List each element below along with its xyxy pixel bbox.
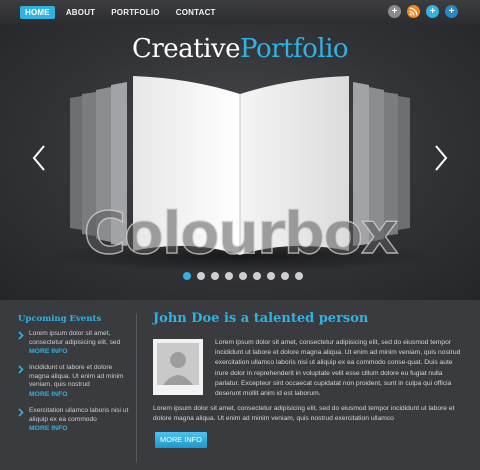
plus-icon[interactable]: + <box>426 5 439 18</box>
rss-icon[interactable] <box>407 5 420 18</box>
body-paragraph: Lorem ipsum dolor sit amet, consectetur … <box>153 405 455 423</box>
nav-about[interactable]: ABOUT <box>61 6 100 19</box>
slider-pagination <box>183 272 303 280</box>
event-item: Exercitation ullamco laboris nisi ut ali… <box>18 407 130 433</box>
social-links: + + + <box>388 5 458 18</box>
hero-title: CreativePortfolio <box>0 34 480 64</box>
avatar <box>157 343 199 385</box>
chevron-left-icon[interactable] <box>31 144 47 172</box>
profile-photo-frame <box>153 339 203 395</box>
chevron-right-icon[interactable] <box>433 144 449 172</box>
event-more-link[interactable]: MORE INFO <box>29 390 130 399</box>
book-illustration <box>50 76 430 272</box>
event-item: Incididunt ut labore et dolore magna ali… <box>18 364 130 399</box>
slider-dot[interactable] <box>211 272 219 280</box>
upcoming-events: Upcoming Events Lorem ipsum dolor sit am… <box>18 314 130 441</box>
slider-dot[interactable] <box>183 272 191 280</box>
slider-dot[interactable] <box>295 272 303 280</box>
event-more-link[interactable]: MORE INFO <box>29 424 130 433</box>
column-divider <box>136 314 137 462</box>
events-title: Upcoming Events <box>18 314 102 324</box>
slider-dot[interactable] <box>267 272 275 280</box>
content-area: Upcoming Events Lorem ipsum dolor sit am… <box>0 300 480 470</box>
event-item: Lorem ipsum dolor sit amet, consectetur … <box>18 330 130 356</box>
main-nav: HOME ABOUT PORTFOLIO CONTACT <box>20 6 221 19</box>
top-navigation-bar: HOME ABOUT PORTFOLIO CONTACT + + + <box>0 0 480 24</box>
chevron-right-icon <box>18 365 24 374</box>
person-icon <box>163 352 193 385</box>
main-heading: John Doe is a talented person <box>153 311 369 326</box>
chevron-right-icon <box>18 408 24 417</box>
event-text: Lorem ipsum dolor sit amet, consectetur … <box>29 330 121 346</box>
event-more-link[interactable]: MORE INFO <box>29 347 130 356</box>
event-text: Incididunt ut labore et dolore magna ali… <box>29 364 124 389</box>
nav-portfolio[interactable]: PORTFOLIO <box>106 6 164 19</box>
hero-title-part2: Portfolio <box>240 34 349 64</box>
chevron-right-icon <box>18 331 24 340</box>
plus-icon[interactable]: + <box>445 5 458 18</box>
intro-paragraph: Lorem ipsum dolor sit amet, consectetur … <box>215 339 461 398</box>
event-text: Exercitation ullamco laboris nisi ut ali… <box>29 406 129 423</box>
rss-glyph <box>409 7 418 16</box>
nav-home[interactable]: HOME <box>20 6 55 19</box>
slider-dot[interactable] <box>253 272 261 280</box>
plus-icon[interactable]: + <box>388 5 401 18</box>
slider-dot[interactable] <box>197 272 205 280</box>
slider-dot[interactable] <box>281 272 289 280</box>
more-info-button[interactable]: MORE INFO <box>155 432 207 448</box>
slider-dot[interactable] <box>225 272 233 280</box>
hero-slider: CreativePortfolio Colourbox <box>0 24 480 300</box>
nav-contact[interactable]: CONTACT <box>171 6 221 19</box>
slider-dot[interactable] <box>239 272 247 280</box>
hero-title-part1: Creative <box>131 34 241 64</box>
